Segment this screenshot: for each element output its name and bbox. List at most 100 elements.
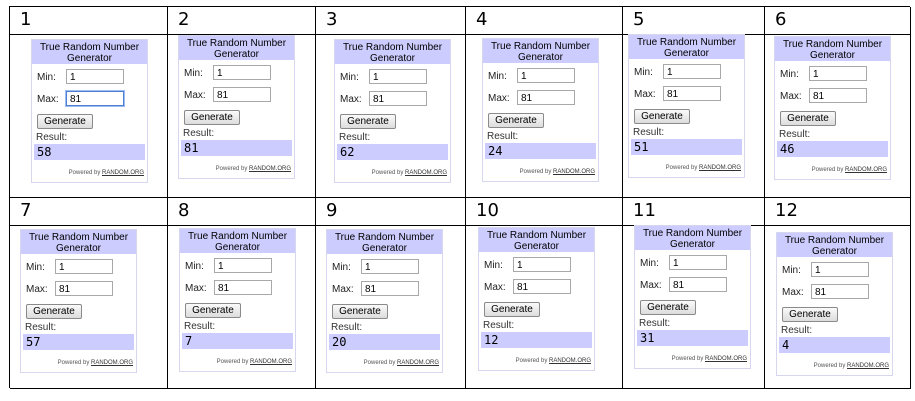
random-org-link[interactable]: RANDOM.ORG: [397, 360, 439, 366]
min-label: Min:: [780, 69, 799, 80]
result-label: Result:: [36, 132, 68, 143]
panel-header: 4: [466, 7, 622, 35]
min-input[interactable]: 1: [66, 69, 124, 84]
min-input[interactable]: 1: [213, 65, 271, 80]
min-input[interactable]: 1: [361, 259, 419, 274]
min-input[interactable]: 1: [517, 68, 575, 83]
powered-prefix: Powered by: [665, 165, 698, 171]
min-input[interactable]: 1: [669, 255, 727, 270]
min-input[interactable]: 1: [214, 258, 272, 273]
generate-button[interactable]: Generate: [340, 114, 396, 129]
generate-button[interactable]: Generate: [332, 304, 388, 319]
max-label: Max:: [640, 280, 662, 291]
generate-button[interactable]: Generate: [26, 304, 82, 319]
max-input[interactable]: 81: [369, 91, 427, 106]
max-input[interactable]: 81: [809, 88, 867, 103]
min-label: Min:: [185, 261, 204, 272]
min-input[interactable]: 1: [663, 64, 721, 79]
max-input[interactable]: 81: [669, 277, 727, 292]
random-org-link[interactable]: RANDOM.ORG: [91, 360, 133, 366]
panel-header: 5: [623, 7, 764, 35]
random-number-widget: True Random Number Generator Min: 1 Max: 81 G…: [774, 36, 891, 180]
generate-button[interactable]: Generate: [780, 111, 836, 126]
min-input[interactable]: 1: [809, 66, 867, 81]
min-label: Min:: [340, 72, 359, 83]
widget-title: True Random Number Generator: [32, 40, 147, 64]
result-value: 7: [182, 333, 293, 349]
powered-by: Powered by RANDOM.ORG: [520, 169, 595, 175]
generate-button[interactable]: Generate: [640, 300, 696, 315]
max-input[interactable]: 81: [213, 87, 271, 102]
max-label: Max:: [340, 94, 362, 105]
max-label: Max:: [782, 287, 804, 298]
panel-header: 11: [623, 198, 764, 226]
result-value: 51: [631, 139, 742, 155]
generate-button[interactable]: Generate: [484, 302, 540, 317]
max-input[interactable]: 81: [55, 281, 113, 296]
random-number-widget: True Random Number Generator Min: 1 Max: 81 G…: [334, 39, 451, 183]
max-input[interactable]: 81: [66, 91, 124, 106]
random-org-link[interactable]: RANDOM.ORG: [699, 165, 741, 171]
max-input[interactable]: 81: [663, 86, 721, 101]
widget-title: True Random Number Generator: [629, 35, 744, 59]
random-org-link[interactable]: RANDOM.ORG: [845, 167, 887, 173]
panel-number: 1: [20, 9, 32, 30]
random-number-widget: True Random Number Generator Min: 1 Max: 81 G…: [478, 227, 595, 371]
random-org-link[interactable]: RANDOM.ORG: [847, 363, 889, 369]
panel-number: 5: [633, 9, 645, 30]
random-number-widget: True Random Number Generator Min: 1 Max: 81 G…: [179, 228, 296, 372]
max-label: Max:: [634, 89, 656, 100]
widget-title: True Random Number Generator: [327, 230, 442, 254]
max-label: Max:: [185, 283, 207, 294]
max-input[interactable]: 81: [513, 279, 571, 294]
powered-by: Powered by RANDOM.ORG: [812, 167, 887, 173]
generate-button[interactable]: Generate: [634, 109, 690, 124]
random-org-link[interactable]: RANDOM.ORG: [553, 169, 595, 175]
result-value: 58: [34, 144, 145, 160]
max-label: Max:: [488, 93, 510, 104]
generate-button[interactable]: Generate: [184, 110, 240, 125]
powered-prefix: Powered by: [215, 166, 248, 172]
generate-button[interactable]: Generate: [185, 303, 241, 318]
min-label: Min:: [484, 260, 503, 271]
powered-by: Powered by RANDOM.ORG: [666, 165, 741, 171]
random-org-link[interactable]: RANDOM.ORG: [705, 356, 747, 362]
max-label: Max:: [37, 94, 59, 105]
panel-number: 2: [178, 9, 190, 30]
powered-prefix: Powered by: [519, 169, 552, 175]
max-label: Max:: [484, 282, 506, 293]
widget-title: True Random Number Generator: [483, 39, 598, 63]
widget-title: True Random Number Generator: [180, 229, 295, 253]
max-input[interactable]: 81: [517, 90, 575, 105]
generate-button[interactable]: Generate: [488, 113, 544, 128]
random-org-link[interactable]: RANDOM.ORG: [250, 359, 292, 365]
panel-header: 7: [10, 198, 167, 226]
max-input[interactable]: 81: [361, 281, 419, 296]
min-label: Min:: [634, 67, 653, 78]
max-input[interactable]: 81: [214, 280, 272, 295]
random-org-link[interactable]: RANDOM.ORG: [549, 358, 591, 364]
random-number-widget: True Random Number Generator Min: 1 Max: 81 G…: [178, 35, 295, 179]
min-input[interactable]: 1: [55, 259, 113, 274]
result-label: Result:: [633, 127, 665, 138]
random-org-link[interactable]: RANDOM.ORG: [249, 166, 291, 172]
panel-number: 11: [633, 200, 656, 221]
panel-number: 12: [775, 200, 798, 221]
random-org-link[interactable]: RANDOM.ORG: [102, 170, 144, 176]
random-number-widget: True Random Number Generator Min: 1 Max: 81 G…: [31, 39, 148, 183]
min-input[interactable]: 1: [369, 69, 427, 84]
panel-number: 8: [178, 200, 190, 221]
result-value: 4: [779, 337, 890, 353]
widget-title: True Random Number Generator: [635, 226, 750, 250]
min-input[interactable]: 1: [513, 257, 571, 272]
random-org-link[interactable]: RANDOM.ORG: [405, 170, 447, 176]
generate-button[interactable]: Generate: [782, 307, 838, 322]
powered-prefix: Powered by: [216, 359, 249, 365]
panel-header: 12: [765, 198, 910, 226]
result-value: 57: [23, 334, 134, 350]
widget-title: True Random Number Generator: [21, 230, 136, 254]
min-input[interactable]: 1: [811, 262, 869, 277]
generate-button[interactable]: Generate: [37, 114, 93, 129]
max-input[interactable]: 81: [811, 284, 869, 299]
max-label: Max:: [780, 91, 802, 102]
